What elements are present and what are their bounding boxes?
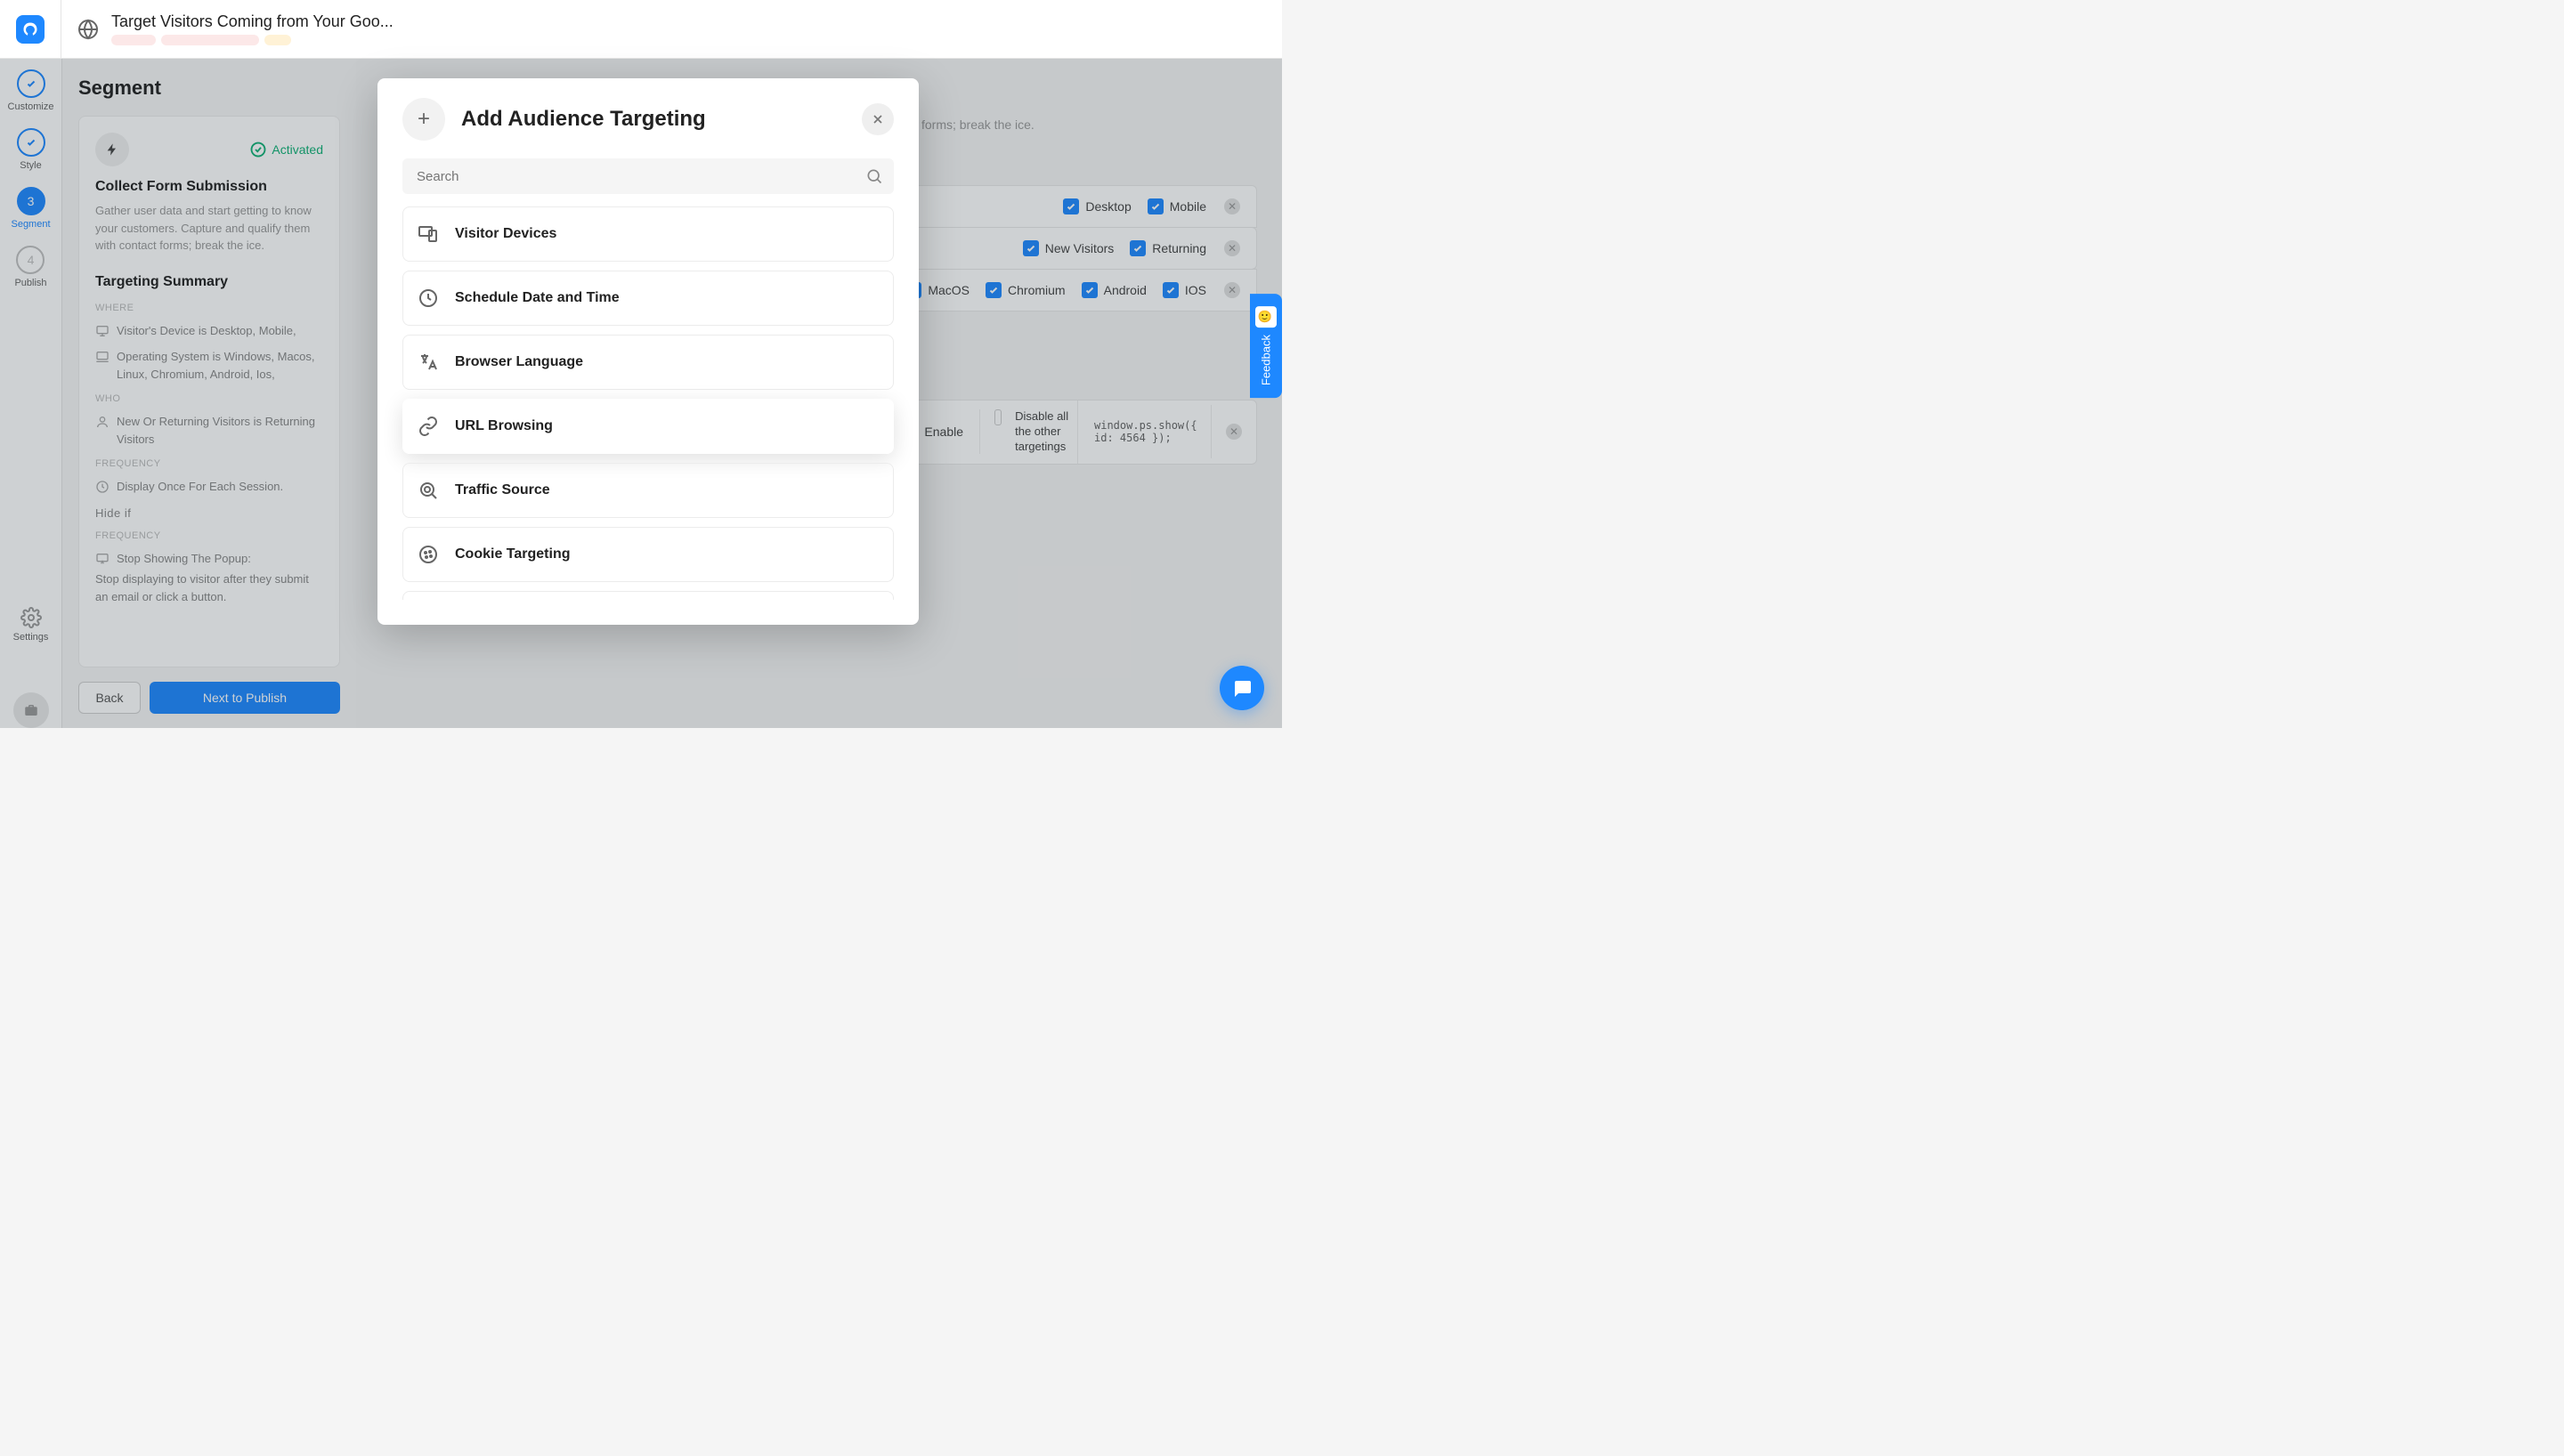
search-input[interactable] [402,158,894,194]
translate-icon [418,352,439,373]
modal-title: Add Audience Targeting [461,107,846,132]
option-schedule[interactable]: Schedule Date and Time [402,271,894,326]
feedback-tab[interactable]: Feedback 🙂 [1250,294,1282,398]
magnify-icon [418,480,439,501]
link-icon [418,416,439,437]
option-visitor-devices[interactable]: Visitor Devices [402,206,894,262]
add-targeting-modal: + Add Audience Targeting Visitor Devices… [377,78,919,625]
option-cookie[interactable]: Cookie Targeting [402,527,894,582]
close-icon[interactable] [862,103,894,135]
option-traffic[interactable]: Traffic Source [402,463,894,518]
app-logo[interactable] [16,15,45,44]
page-title: Target Visitors Coming from Your Goo... [111,12,394,31]
cookie-icon [418,544,439,565]
clock-icon [418,287,439,309]
top-header: Target Visitors Coming from Your Goo... [0,0,1282,59]
plus-icon: + [402,98,445,141]
globe-icon [77,19,99,40]
smiley-icon: 🙂 [1255,306,1277,328]
chat-bubble[interactable] [1220,666,1264,710]
option-url-browsing[interactable]: URL Browsing [402,399,894,454]
option-language[interactable]: Browser Language [402,335,894,390]
search-icon [865,167,883,185]
devices-icon [418,223,439,245]
option-partial[interactable] [402,591,894,600]
modal-list: Visitor Devices Schedule Date and Time B… [377,206,919,625]
